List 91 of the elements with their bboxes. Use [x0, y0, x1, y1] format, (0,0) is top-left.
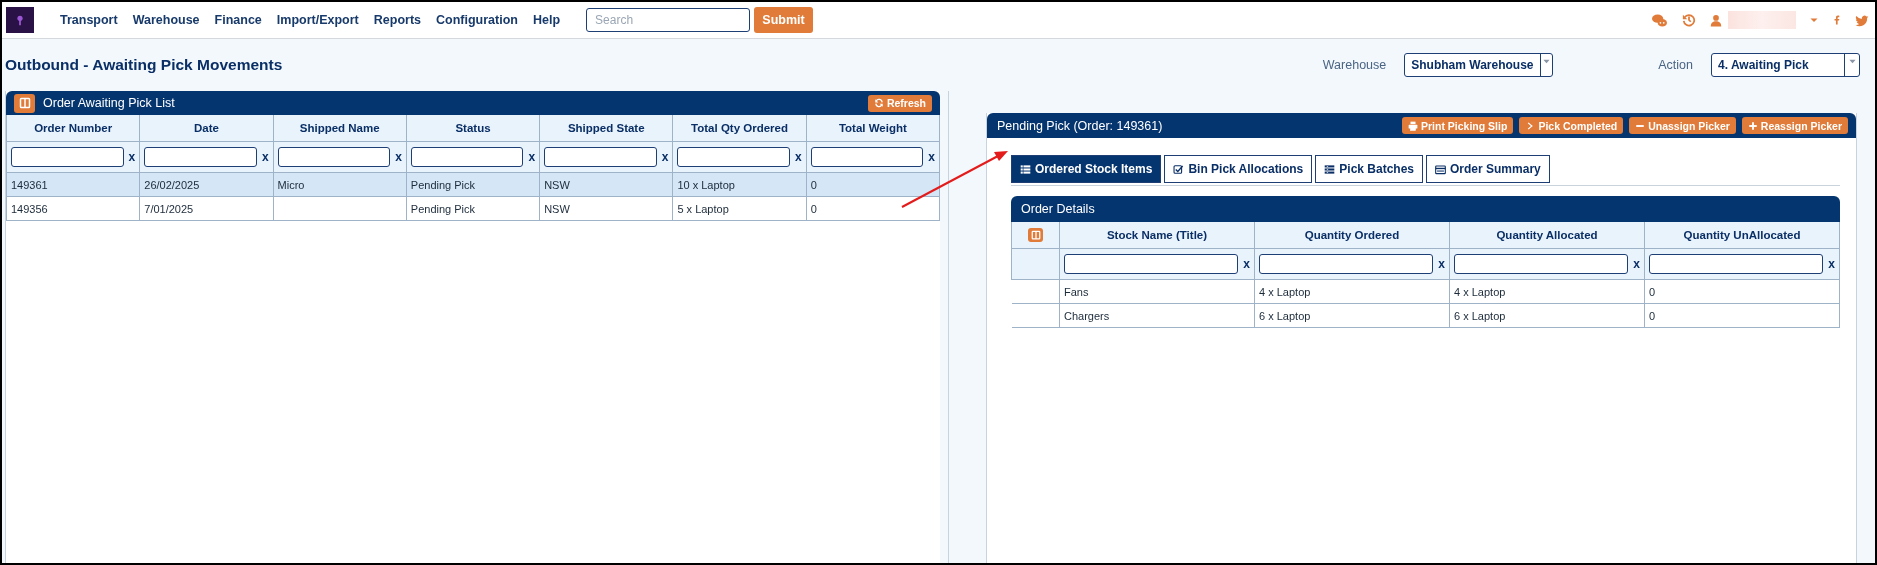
clear-filter-button[interactable]: x [395, 150, 402, 164]
clear-filter-button[interactable]: x [928, 150, 935, 164]
checkbox-icon [1173, 163, 1185, 175]
table-cell: 6 x Laptop [1449, 303, 1645, 328]
table-cell: 7/01/2025 [139, 196, 274, 221]
clear-filter-button[interactable]: x [1633, 257, 1640, 271]
column-header[interactable]: Quantity Allocated [1449, 222, 1645, 249]
table-cell: 149361 [6, 172, 140, 197]
field-label: Warehouse [1322, 58, 1387, 72]
clear-filter-button[interactable]: x [261, 150, 269, 164]
panel-title: Order Awaiting Pick List [43, 96, 176, 110]
column-header[interactable]: Order Number [6, 115, 140, 142]
column-chooser-button[interactable] [14, 93, 35, 113]
table-cell: 6 x Laptop [1254, 303, 1450, 328]
nav-menu-item[interactable]: Help [532, 13, 561, 27]
clear-filter-button[interactable]: x [1243, 257, 1250, 271]
column-header[interactable]: Quantity UnAllocated [1644, 222, 1840, 249]
table-cell: Pending Pick [406, 196, 540, 221]
nav-menu-item[interactable]: Finance [214, 13, 262, 27]
refresh-icon [873, 98, 884, 108]
column-header[interactable]: Shipped Name [273, 115, 407, 142]
table-cell: Micro [273, 172, 407, 197]
tab[interactable]: Ordered Stock Items [1011, 155, 1162, 183]
stack-icon [1324, 163, 1336, 175]
printer-icon [1408, 120, 1418, 131]
table-cell: 10 x Laptop [672, 172, 807, 197]
table-row[interactable]: 149356 7/01/2025 Pending Pick NSW 5 x Laptop 0 [6, 196, 940, 221]
caret-down-icon [1810, 16, 1818, 24]
nav-menu-item[interactable]: Transport [60, 13, 118, 27]
table-cell: 0 [806, 196, 940, 221]
clear-filter-button[interactable]: x [1828, 257, 1835, 271]
column-header[interactable]: Stock Name (Title) [1059, 222, 1255, 249]
table-cell: Chargers [1059, 303, 1255, 328]
nav-menu-item[interactable]: Reports [373, 13, 421, 27]
filter-field[interactable] [1649, 254, 1824, 274]
clear-filter-button[interactable]: x [1438, 257, 1445, 271]
filter-field[interactable] [810, 147, 924, 167]
tab[interactable]: Pick Batches [1315, 155, 1423, 183]
card-icon [1435, 163, 1446, 175]
nav-menu-item[interactable]: Import/Export [276, 13, 359, 27]
clear-filter-button[interactable]: x [795, 150, 802, 164]
logo[interactable] [6, 7, 34, 33]
plus-icon [1747, 120, 1758, 131]
clear-filter-button[interactable]: x [528, 150, 536, 164]
page-title: Outbound - Awaiting Pick Movements [5, 56, 284, 74]
column-header[interactable]: Date [139, 115, 274, 142]
panel-title: Order Details [1021, 202, 1096, 216]
column-header[interactable]: Shipped State [539, 115, 673, 142]
table-cell: NSW [539, 196, 673, 221]
table-cell: Fans [1059, 279, 1255, 304]
table-cell: 26/02/2025 [139, 172, 274, 197]
table-cell: 5 x Laptop [672, 196, 807, 221]
column-header[interactable]: Total Qty Ordered [672, 115, 807, 142]
column-header[interactable]: Status [406, 115, 540, 142]
facebook-icon [1832, 13, 1841, 27]
filter-field[interactable] [1259, 254, 1434, 274]
filter-field[interactable] [144, 147, 257, 167]
history-icon [1682, 13, 1696, 27]
table-cell: 4 x Laptop [1449, 279, 1645, 304]
filter-field[interactable] [11, 147, 124, 167]
table-cell: 149356 [6, 196, 140, 221]
search-field[interactable]: Search [586, 8, 751, 32]
twitter-icon [1855, 13, 1869, 27]
panel-title: Pending Pick (Order: 149361) [997, 118, 1164, 133]
table-cell: Pending Pick [406, 172, 540, 197]
clear-filter-button[interactable]: x [661, 150, 669, 164]
tab[interactable]: Order Summary [1426, 155, 1550, 183]
clear-filter-button[interactable]: x [128, 150, 136, 164]
redacted-username [1728, 11, 1796, 29]
column-header[interactable]: Quantity Ordered [1254, 222, 1450, 249]
table-row[interactable]: 149361 26/02/2025 Micro Pending Pick NSW 10 x Laptop 0 [6, 172, 940, 197]
table-cell: 0 [1644, 303, 1840, 328]
filter-field[interactable] [410, 147, 524, 167]
list-icon [1020, 163, 1031, 175]
filter-field[interactable] [1064, 254, 1239, 274]
filter-field[interactable] [677, 147, 790, 167]
nav-menu-item[interactable]: Configuration [436, 13, 518, 27]
columns-icon [18, 97, 31, 109]
column-header[interactable]: Total Weight [806, 115, 940, 142]
chat-icon [1651, 12, 1668, 28]
table-cell: NSW [539, 172, 673, 197]
filter-field[interactable] [544, 147, 657, 167]
tab[interactable]: Bin Pick Allocations [1164, 155, 1313, 183]
filter-field[interactable] [1454, 254, 1629, 274]
columns-icon [1030, 230, 1041, 240]
table-cell: 0 [1644, 279, 1840, 304]
nav-menu-item[interactable]: Warehouse [132, 13, 200, 27]
filter-field[interactable] [277, 147, 391, 167]
user-icon [1710, 13, 1722, 27]
table-cell: 4 x Laptop [1254, 279, 1450, 304]
field-label: Action [1658, 58, 1693, 72]
